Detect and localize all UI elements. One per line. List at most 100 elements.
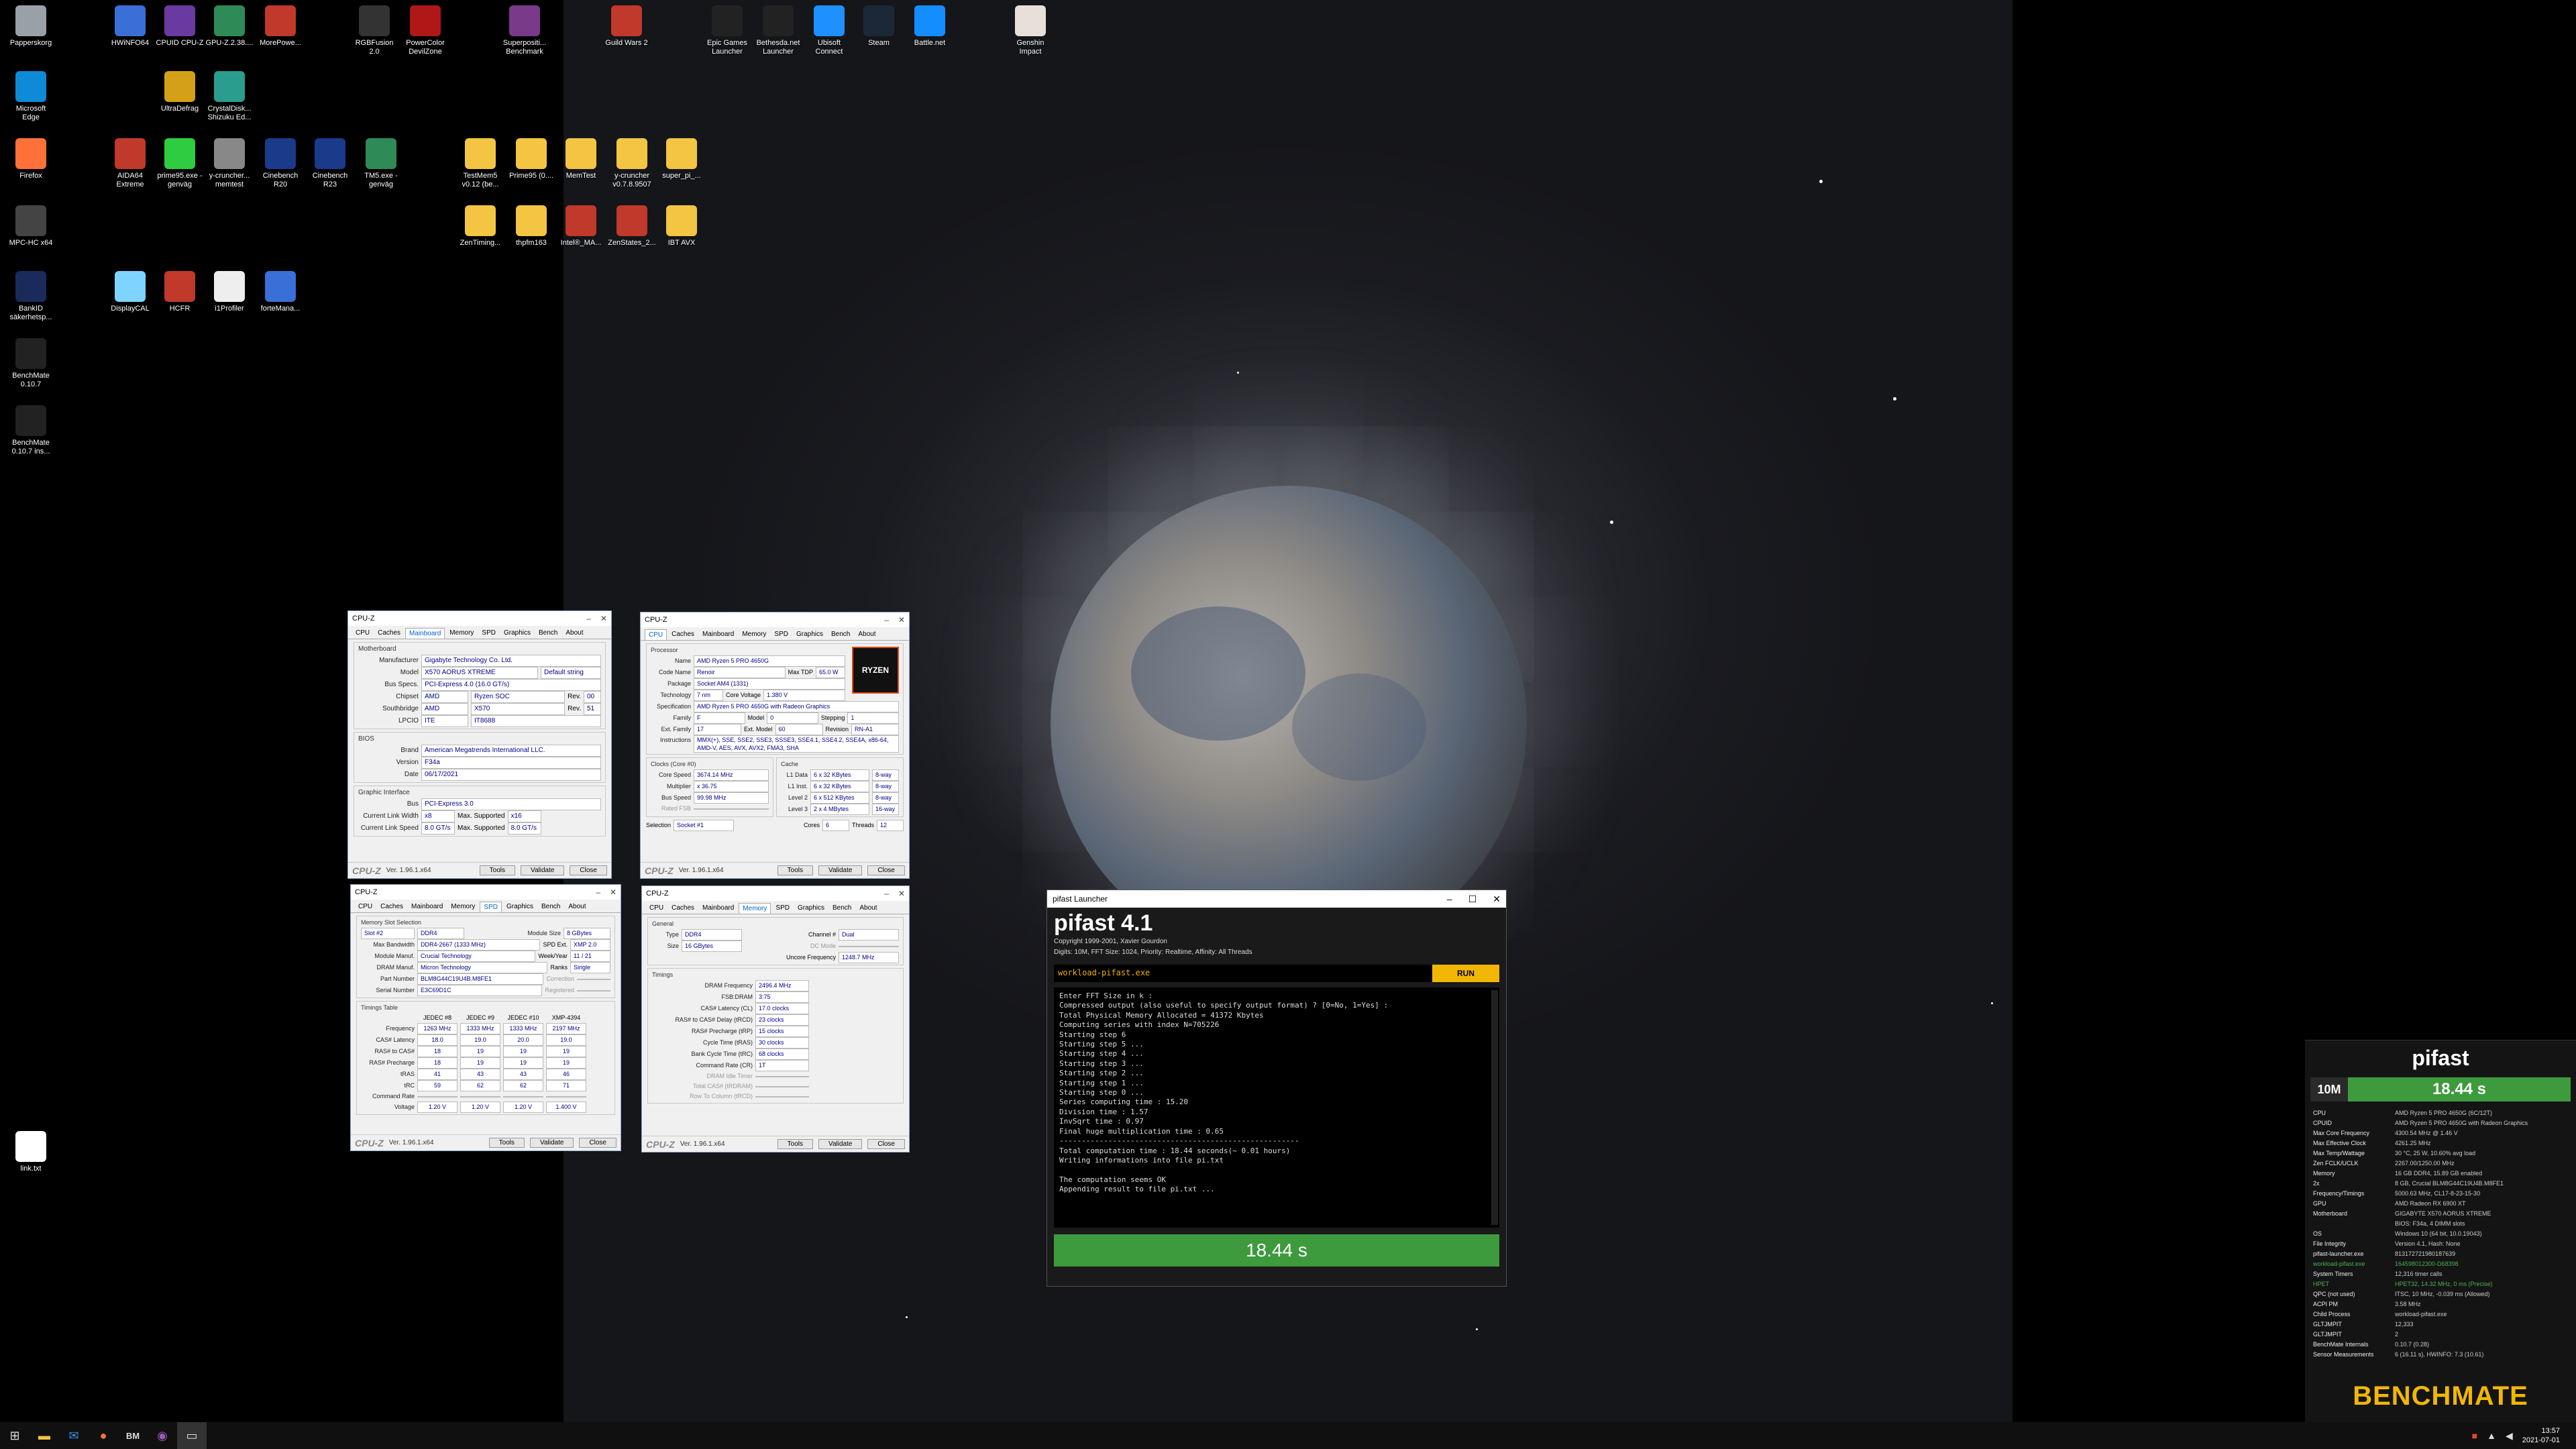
tab-bench[interactable]: Bench — [535, 628, 561, 639]
volume-icon[interactable]: ◀ — [2506, 1430, 2513, 1442]
desktop-icon[interactable]: y-cruncher v0.7.8.9507 — [608, 138, 656, 189]
validate-button[interactable]: Validate — [818, 1139, 863, 1149]
close-icon[interactable]: ✕ — [898, 615, 905, 625]
tab-memory[interactable]: Memory — [447, 902, 478, 912]
mail-icon[interactable]: ✉ — [59, 1422, 89, 1449]
desktop-icon[interactable]: HWiNFO64 — [106, 5, 154, 48]
desktop-icon[interactable]: AIDA64 Extreme — [106, 138, 154, 189]
minimize-icon[interactable]: – — [884, 615, 889, 625]
tab-about[interactable]: About — [855, 629, 879, 640]
tools-button[interactable]: Tools — [777, 865, 814, 875]
desktop-icon[interactable]: MorePowe... — [256, 5, 305, 48]
tab-mainboard[interactable]: Mainboard — [699, 903, 737, 914]
benchmate-icon[interactable]: BM — [118, 1422, 148, 1449]
desktop-icon[interactable]: Intel®_MA... — [557, 205, 605, 248]
tab-memory[interactable]: Memory — [446, 628, 477, 639]
tab-caches[interactable]: Caches — [374, 628, 404, 639]
close-button[interactable]: Close — [867, 865, 905, 875]
firefox-icon[interactable]: ● — [89, 1422, 118, 1449]
desktop-icon[interactable]: Firefox — [7, 138, 55, 180]
tab-cpu[interactable]: CPU — [646, 903, 667, 914]
desktop-icon[interactable]: GPU-Z.2.38.... — [205, 5, 254, 48]
tab-mainboard[interactable]: Mainboard — [405, 628, 445, 639]
tab-bench[interactable]: Bench — [538, 902, 564, 912]
desktop-icon[interactable]: Cinebench R23 — [306, 138, 354, 189]
tab-about[interactable]: About — [565, 902, 589, 912]
desktop-icon[interactable]: thpfm163 — [507, 205, 555, 248]
desktop-icon[interactable]: Superpositi... Benchmark — [500, 5, 549, 56]
desktop-icon[interactable]: prime95.exe - genväg — [156, 138, 204, 189]
tab-graphics[interactable]: Graphics — [793, 629, 826, 640]
title-bar[interactable]: CPU-Z – ✕ — [642, 886, 909, 901]
validate-button[interactable]: Validate — [818, 865, 863, 875]
tray-icon[interactable]: ■ — [2472, 1430, 2477, 1441]
desktop-icon[interactable]: Ubisoft Connect — [805, 5, 853, 56]
close-button[interactable]: Close — [867, 1139, 905, 1149]
desktop-icon[interactable]: PowerColor DevilZone — [401, 5, 449, 56]
clock[interactable]: 13:57 2021-07-01 — [2522, 1426, 2560, 1445]
tab-caches[interactable]: Caches — [668, 629, 698, 640]
desktop-icon[interactable]: ZenStates_2... — [608, 205, 656, 248]
desktop-icon[interactable]: i1Profiler — [205, 271, 254, 313]
tab-cpu[interactable]: CPU — [645, 629, 667, 640]
tab-graphics[interactable]: Graphics — [794, 903, 828, 914]
desktop-icon[interactable]: DisplayCAL — [106, 271, 154, 313]
desktop-icon[interactable]: ZenTiming... — [456, 205, 504, 248]
desktop-icon[interactable]: Genshin Impact — [1006, 5, 1055, 56]
tab-caches[interactable]: Caches — [668, 903, 698, 914]
minimize-icon[interactable]: – — [586, 614, 591, 623]
desktop-icon[interactable]: BenchMate 0.10.7 ins... — [7, 405, 55, 456]
tab-memory[interactable]: Memory — [739, 629, 769, 640]
desktop-icon[interactable]: BankID säkerhetsp... — [7, 271, 55, 322]
tab-graphics[interactable]: Graphics — [503, 902, 537, 912]
desktop-icon[interactable]: HCFR — [156, 271, 204, 313]
desktop-icon[interactable]: RGBFusion 2.0 — [350, 5, 398, 56]
minimize-icon[interactable]: – — [1447, 894, 1452, 905]
desktop-icon[interactable]: TM5.exe - genväg — [357, 138, 405, 189]
tab-bench[interactable]: Bench — [829, 903, 855, 914]
tab-graphics[interactable]: Graphics — [500, 628, 534, 639]
title-bar[interactable]: CPU-Z – ✕ — [348, 611, 611, 626]
tab-cpu[interactable]: CPU — [352, 628, 373, 639]
tab-mainboard[interactable]: Mainboard — [408, 902, 446, 912]
validate-button[interactable]: Validate — [521, 865, 565, 875]
close-icon[interactable]: ✕ — [1493, 894, 1501, 905]
desktop-icon[interactable]: Epic Games Launcher — [703, 5, 751, 56]
title-bar[interactable]: CPU-Z – ✕ — [641, 612, 909, 627]
tab-about[interactable]: About — [562, 628, 586, 639]
minimize-icon[interactable]: – — [884, 889, 889, 898]
close-button[interactable]: Close — [570, 865, 607, 875]
desktop-icon[interactable]: CrystalDisk... Shizuku Ed... — [205, 71, 254, 122]
tab-about[interactable]: About — [856, 903, 880, 914]
tools-button[interactable]: Tools — [479, 865, 516, 875]
run-button[interactable]: RUN — [1432, 965, 1499, 982]
desktop-icon[interactable]: Microsoft Edge — [7, 71, 55, 122]
tab-bench[interactable]: Bench — [828, 629, 853, 640]
desktop-icon[interactable]: IBT AVX — [657, 205, 706, 248]
tab-caches[interactable]: Caches — [377, 902, 407, 912]
app-icon[interactable]: ◉ — [148, 1422, 177, 1449]
desktop-icon[interactable]: y-cruncher... memtest — [205, 138, 254, 189]
desktop-icon[interactable]: super_pi_... — [657, 138, 706, 180]
desktop-icon[interactable]: Papperskorg — [7, 5, 55, 48]
desktop-icon[interactable]: Cinebench R20 — [256, 138, 305, 189]
tools-button[interactable]: Tools — [777, 1139, 814, 1149]
start-icon[interactable]: ⊞ — [0, 1422, 30, 1449]
desktop-icon[interactable]: Prime95 (0.... — [507, 138, 555, 180]
desktop-icon[interactable]: link.txt — [7, 1131, 55, 1173]
tab-mainboard[interactable]: Mainboard — [699, 629, 737, 640]
desktop-icon[interactable]: MPC-HC x64 — [7, 205, 55, 248]
desktop-icon[interactable]: CPUID CPU-Z — [156, 5, 204, 48]
maximize-icon[interactable]: ☐ — [1468, 894, 1477, 905]
tab-cpu[interactable]: CPU — [355, 902, 376, 912]
desktop-icon[interactable]: Steam — [855, 5, 903, 48]
title-bar[interactable]: CPU-Z – ✕ — [351, 885, 621, 900]
slot-select[interactable]: Slot #2 — [361, 928, 415, 939]
close-icon[interactable]: ✕ — [600, 614, 607, 623]
desktop-icon[interactable]: UltraDefrag — [156, 71, 204, 113]
tab-spd[interactable]: SPD — [772, 903, 793, 914]
tools-button[interactable]: Tools — [488, 1138, 525, 1148]
file-explorer-icon[interactable]: ▬ — [30, 1422, 59, 1449]
desktop-icon[interactable]: Guild Wars 2 — [602, 5, 651, 48]
close-button[interactable]: Close — [579, 1138, 616, 1148]
